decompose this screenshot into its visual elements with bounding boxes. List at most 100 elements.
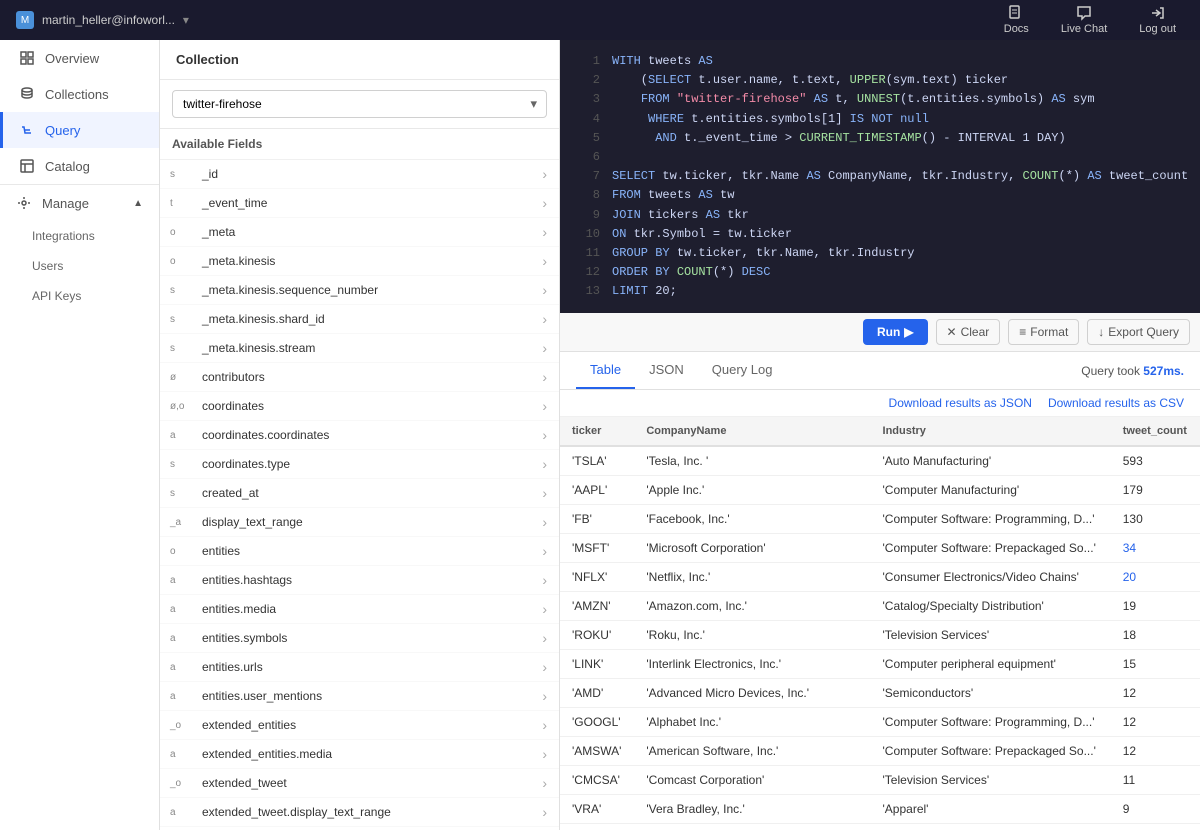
field-expand-icon[interactable]: › (538, 483, 551, 503)
sidebar-item-query[interactable]: Query (0, 112, 159, 148)
query-icon (19, 122, 35, 138)
table-row: 'MSFT' 'Microsoft Corporation' 'Computer… (560, 534, 1200, 563)
field-expand-icon[interactable]: › (538, 280, 551, 300)
cell-count: 593 (1111, 446, 1200, 476)
manage-icon (16, 195, 32, 211)
tab-query-log[interactable]: Query Log (698, 352, 787, 389)
field-expand-icon[interactable]: › (538, 599, 551, 619)
cell-ticker: 'MSFT' (560, 534, 634, 563)
field-expand-icon[interactable]: › (538, 164, 551, 184)
cell-count: 12 (1111, 708, 1200, 737)
table-row: 'AAPL' 'Apple Inc.' 'Computer Manufactur… (560, 476, 1200, 505)
live-chat-button[interactable]: Live Chat (1053, 1, 1115, 39)
sidebar-item-catalog-label: Catalog (45, 159, 90, 174)
sidebar-item-api-keys[interactable]: API Keys (0, 281, 159, 311)
docs-button[interactable]: Docs (996, 1, 1037, 39)
format-button[interactable]: ≡ Format (1008, 319, 1079, 345)
field-expand-icon[interactable]: › (538, 657, 551, 677)
field-item: s _id › (160, 160, 559, 189)
field-expand-icon[interactable]: › (538, 251, 551, 271)
main-layout: Overview Collections Query Catalog (0, 40, 1200, 830)
sidebar-item-integrations[interactable]: Integrations (0, 221, 159, 251)
run-label: Run (877, 325, 900, 339)
query-time-value: 527ms. (1143, 364, 1184, 378)
table-row: 'AMD' 'Advanced Micro Devices, Inc.' 'Se… (560, 679, 1200, 708)
cell-company: 'Microsoft Corporation' (634, 534, 870, 563)
clear-icon: ✕ (947, 325, 957, 339)
cell-company: 'Comcast Corporation' (634, 766, 870, 795)
topbar: M martin_heller@infoworl... ▾ Docs Live … (0, 0, 1200, 40)
tab-table[interactable]: Table (576, 352, 635, 389)
collection-select[interactable]: twitter-firehose (172, 90, 547, 118)
field-expand-icon[interactable]: › (538, 628, 551, 648)
line-number: 7 (572, 167, 600, 186)
col-industry: Industry (871, 417, 1111, 446)
field-expand-icon[interactable]: › (538, 541, 551, 561)
sidebar-item-overview[interactable]: Overview (0, 40, 159, 76)
table-row: 'GOOGL' 'Alphabet Inc.' 'Computer Softwa… (560, 708, 1200, 737)
sidebar-manage-label: Manage (42, 196, 89, 211)
field-type: s (170, 169, 198, 180)
field-expand-icon[interactable]: › (538, 367, 551, 387)
cell-ticker: 'AMD' (560, 679, 634, 708)
run-button[interactable]: Run ▶ (863, 319, 928, 345)
field-expand-icon[interactable]: › (538, 425, 551, 445)
code-text: GROUP BY tw.ticker, tkr.Name, tkr.Indust… (612, 244, 914, 263)
field-expand-icon[interactable]: › (538, 396, 551, 416)
sidebar-manage-header[interactable]: Manage ▲ (0, 185, 159, 221)
code-line: 13LIMIT 20; (560, 282, 1200, 301)
field-expand-icon[interactable]: › (538, 222, 551, 242)
field-item: a entities.urls › (160, 653, 559, 682)
topbar-username: martin_heller@infoworl... (42, 13, 175, 27)
line-number: 1 (572, 52, 600, 71)
catalog-icon (19, 158, 35, 174)
results-meta: Download results as JSON Download result… (560, 390, 1200, 417)
collection-panel: Collection twitter-firehose Available Fi… (160, 40, 560, 830)
field-item: a entities.hashtags › (160, 566, 559, 595)
field-item: t _event_time › (160, 189, 559, 218)
field-type: a (170, 604, 198, 615)
code-text: WHERE t.entities.symbols[1] IS NOT null (612, 110, 929, 129)
field-expand-icon[interactable]: › (538, 309, 551, 329)
field-expand-icon[interactable]: › (538, 512, 551, 532)
table-row: 'AOBC' 'American Outdoor Brands Corporat… (560, 824, 1200, 830)
cell-count: 11 (1111, 766, 1200, 795)
field-item: o _meta.kinesis › (160, 247, 559, 276)
query-toolbar: Run ▶ ✕ Clear ≡ Format ↓ Export Query (560, 313, 1200, 352)
logout-button[interactable]: Log out (1131, 1, 1184, 39)
field-expand-icon[interactable]: › (538, 338, 551, 358)
field-expand-icon[interactable]: › (538, 454, 551, 474)
field-expand-icon[interactable]: › (538, 686, 551, 706)
query-editor: 1WITH tweets AS2 (SELECT t.user.name, t.… (560, 40, 1200, 352)
code-line: 2 (SELECT t.user.name, t.text, UPPER(sym… (560, 71, 1200, 90)
tab-json[interactable]: JSON (635, 352, 698, 389)
download-json-link[interactable]: Download results as JSON (889, 396, 1032, 410)
results-table-wrap: ticker CompanyName Industry tweet_count … (560, 417, 1200, 830)
field-item: s _meta.kinesis.stream › (160, 334, 559, 363)
code-area[interactable]: 1WITH tweets AS2 (SELECT t.user.name, t.… (560, 40, 1200, 313)
field-expand-icon[interactable]: › (538, 773, 551, 793)
sidebar-item-collections[interactable]: Collections (0, 76, 159, 112)
sidebar-item-users[interactable]: Users (0, 251, 159, 281)
cell-industry: 'Computer Manufacturing' (871, 476, 1111, 505)
field-expand-icon[interactable]: › (538, 193, 551, 213)
field-name: _meta.kinesis (202, 254, 534, 268)
field-expand-icon[interactable]: › (538, 715, 551, 735)
results-header-row: ticker CompanyName Industry tweet_count (560, 417, 1200, 446)
export-button[interactable]: ↓ Export Query (1087, 319, 1190, 345)
topbar-user-section: M martin_heller@infoworl... ▾ (16, 11, 189, 29)
cell-company: 'Facebook, Inc.' (634, 505, 870, 534)
table-row: 'AMSWA' 'American Software, Inc.' 'Compu… (560, 737, 1200, 766)
clear-button[interactable]: ✕ Clear (936, 319, 1001, 345)
chevron-up-icon: ▲ (133, 198, 143, 209)
cell-count: 18 (1111, 621, 1200, 650)
col-ticker: ticker (560, 417, 634, 446)
field-expand-icon[interactable]: › (538, 802, 551, 822)
cell-ticker: 'FB' (560, 505, 634, 534)
field-item: s coordinates.type › (160, 450, 559, 479)
field-expand-icon[interactable]: › (538, 570, 551, 590)
code-text: JOIN tickers AS tkr (612, 206, 749, 225)
sidebar-item-catalog[interactable]: Catalog (0, 148, 159, 184)
download-csv-link[interactable]: Download results as CSV (1048, 396, 1184, 410)
field-expand-icon[interactable]: › (538, 744, 551, 764)
